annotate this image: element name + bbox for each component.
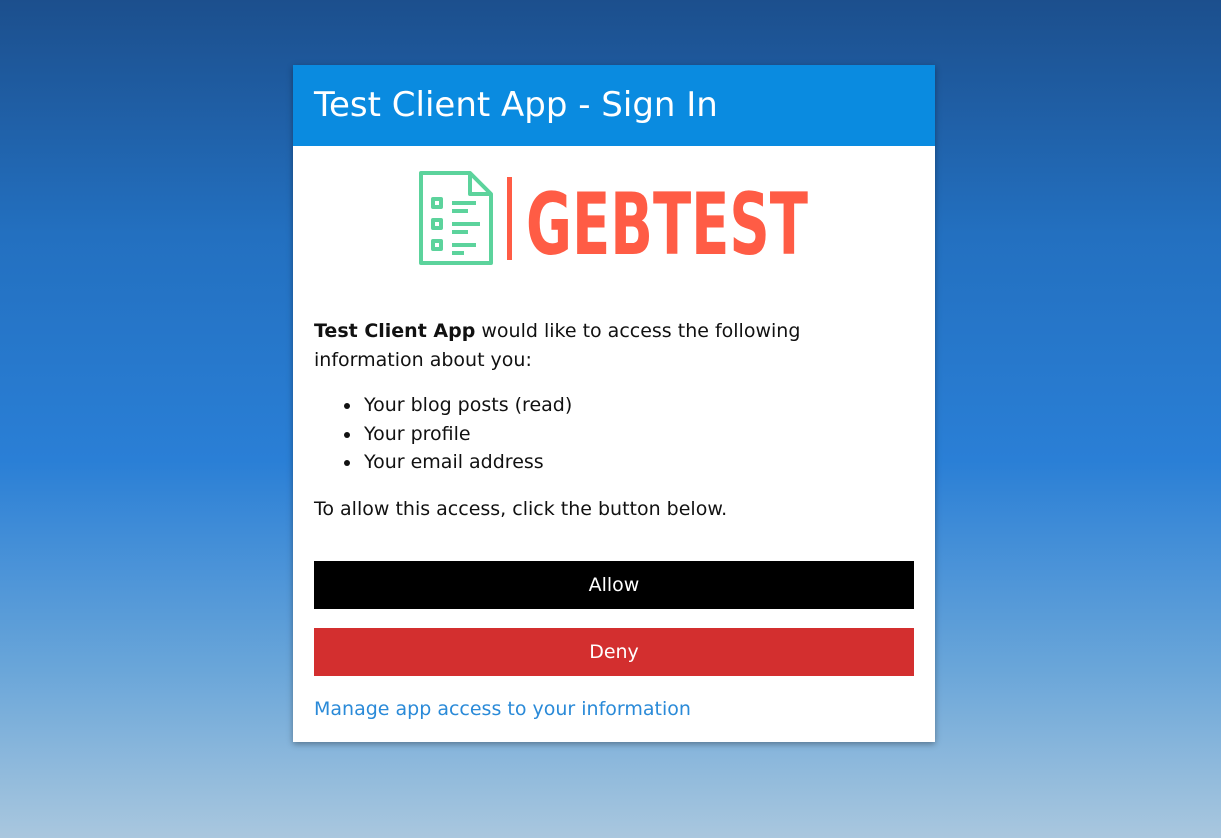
deny-button[interactable]: Deny [314,628,914,676]
app-name: Test Client App [314,320,476,342]
consent-intro: Test Client App would like to access the… [314,317,914,375]
allow-button[interactable]: Allow [314,561,914,609]
consent-text: Test Client App would like to access the… [314,317,914,524]
logo-text: GEBTEST [526,175,808,267]
sign-in-card: Test Client App - Sign In GEBTEST Test C… [293,65,935,742]
consent-note: To allow this access, click the button b… [314,497,728,520]
gebtest-logo: GEBTEST [419,171,808,267]
page-title: Test Client App - Sign In [314,84,718,125]
scope-item: Your email address [344,448,914,477]
scope-list: Your blog posts (read) Your profile Your… [314,391,914,477]
manage-access-link[interactable]: Manage app access to your information [314,694,691,724]
document-list-icon [419,171,493,265]
scope-item: Your blog posts (read) [344,391,914,420]
logo-divider [507,177,512,260]
scope-item: Your profile [344,420,914,449]
card-header: Test Client App - Sign In [293,65,935,146]
